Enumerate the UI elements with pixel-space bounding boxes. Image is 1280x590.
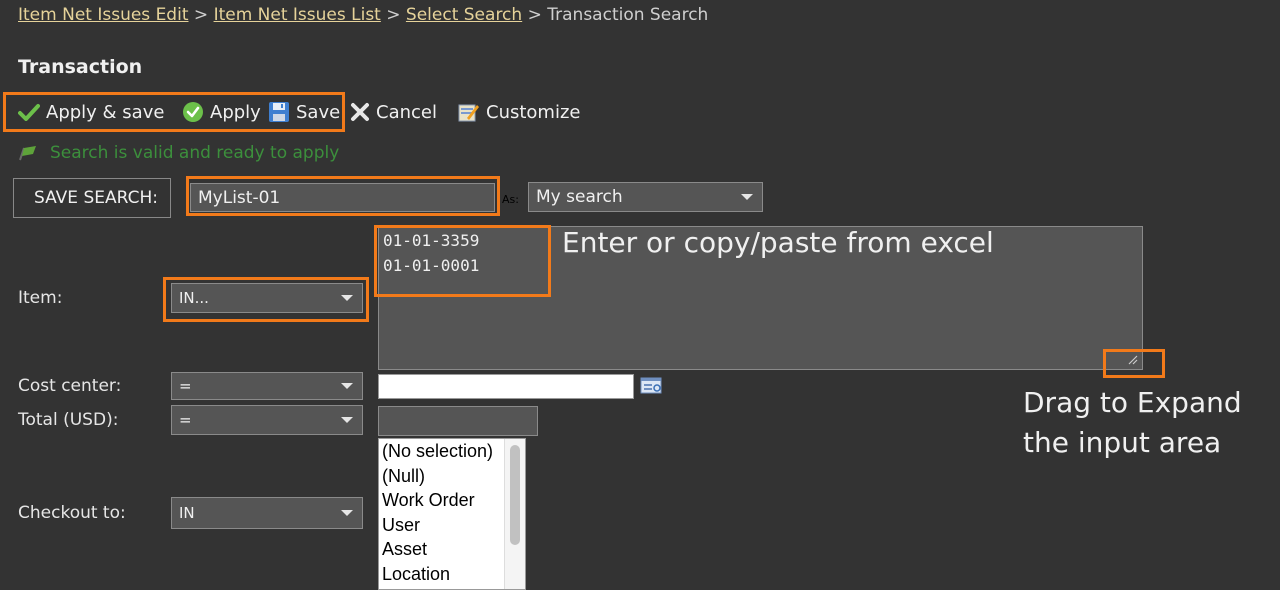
valid-flag-icon — [19, 146, 36, 161]
save-search-label: SAVE SEARCH: — [13, 178, 171, 218]
check-circle-icon — [183, 102, 203, 122]
total-label: Total (USD): — [18, 410, 119, 430]
floppy-disk-icon — [269, 102, 289, 122]
chevron-down-icon — [341, 383, 353, 389]
drag-hint-annotation-line2: the input area — [1023, 426, 1222, 459]
total-operator-select[interactable]: = — [171, 405, 363, 435]
apply-save-label: Apply & save — [46, 101, 165, 123]
page-title: Transaction — [18, 56, 143, 78]
scrollbar-thumb[interactable] — [510, 445, 520, 545]
apply-button[interactable]: Apply — [182, 100, 261, 124]
as-label: As: — [502, 193, 519, 206]
breadcrumb-separator: > — [386, 5, 401, 25]
paste-hint-annotation: Enter or copy/paste from excel — [562, 226, 994, 259]
item-operator-select[interactable]: IN... — [171, 283, 363, 313]
resize-handle-highlight — [1103, 349, 1165, 378]
breadcrumb-current: Transaction Search — [547, 5, 709, 25]
status-text: Search is valid and ready to apply — [50, 143, 340, 163]
save-button[interactable]: Save — [268, 100, 340, 124]
save-as-select[interactable]: My search — [528, 182, 763, 212]
lookup-list-icon[interactable] — [640, 376, 664, 396]
checkmark-icon — [18, 104, 40, 121]
cost-center-operator-value: = — [179, 377, 192, 395]
checkout-to-listbox[interactable]: (No selection) (Null) Work Order User As… — [378, 438, 526, 590]
checkout-to-operator-value: IN — [179, 504, 195, 522]
save-search-name-input[interactable]: MyList-01 — [190, 183, 495, 212]
item-operator-value: IN... — [179, 289, 209, 307]
chevron-down-icon — [341, 510, 353, 516]
total-operator-value: = — [179, 411, 192, 429]
close-icon — [351, 103, 369, 121]
listbox-scrollbar[interactable] — [504, 439, 525, 589]
breadcrumb-link-item-net-issues-edit[interactable]: Item Net Issues Edit — [18, 5, 189, 25]
checkout-to-label: Checkout to: — [18, 503, 126, 523]
chevron-down-icon — [341, 295, 353, 301]
checkout-to-operator-select[interactable]: IN — [171, 497, 363, 529]
breadcrumb: Item Net Issues Edit > Item Net Issues L… — [18, 5, 708, 25]
chevron-down-icon — [741, 194, 753, 200]
drag-hint-annotation-line1: Drag to Expand — [1023, 386, 1242, 419]
customize-label: Customize — [486, 101, 581, 123]
chevron-down-icon — [341, 417, 353, 423]
status-message: Search is valid and ready to apply — [18, 143, 339, 163]
item-label: Item: — [18, 288, 63, 308]
cost-center-operator-select[interactable]: = — [171, 372, 363, 400]
save-as-value: My search — [536, 187, 623, 207]
apply-save-button[interactable]: Apply & save — [18, 100, 164, 124]
cancel-label: Cancel — [376, 101, 437, 123]
edit-pencil-icon — [458, 104, 479, 122]
breadcrumb-separator: > — [193, 5, 209, 25]
save-label: Save — [296, 101, 341, 123]
breadcrumb-separator: > — [527, 5, 542, 25]
total-input[interactable] — [378, 406, 538, 436]
item-values-highlight — [374, 225, 551, 297]
cancel-button[interactable]: Cancel — [350, 100, 437, 124]
cost-center-label: Cost center: — [18, 376, 122, 396]
cost-center-input[interactable] — [378, 374, 634, 399]
breadcrumb-link-item-net-issues-list[interactable]: Item Net Issues List — [214, 5, 381, 25]
apply-label: Apply — [210, 101, 261, 123]
breadcrumb-link-select-search[interactable]: Select Search — [406, 5, 522, 25]
customize-button[interactable]: Customize — [458, 100, 580, 124]
